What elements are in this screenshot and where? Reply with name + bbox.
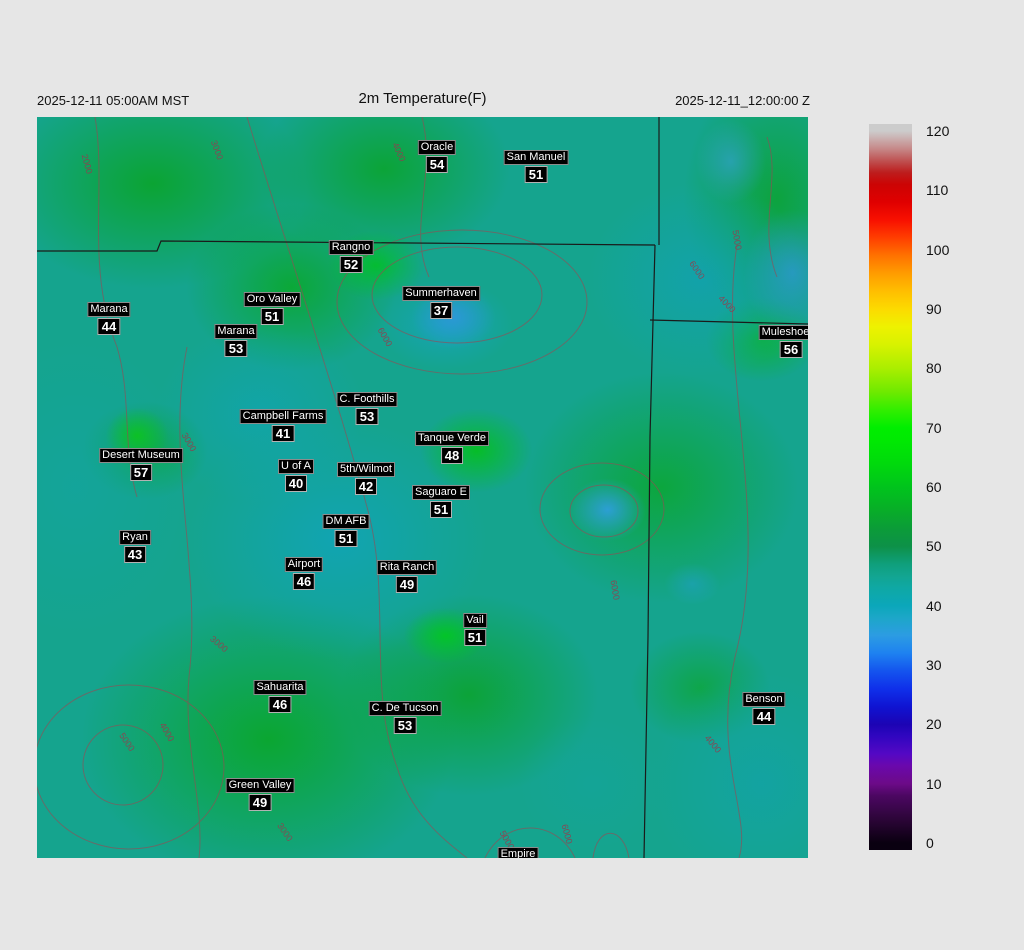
station-temp-value: 51 [334, 530, 358, 547]
station-name: Sahuarita [253, 680, 307, 695]
station-name: Marana [87, 302, 131, 317]
station-name: Saguaro E [412, 485, 470, 500]
station-name: Empire [497, 847, 539, 858]
station-vail: Vail 51 [463, 610, 487, 647]
station-c-foothills: C. Foothills 53 [336, 389, 398, 426]
station-temp-value: 56 [779, 341, 803, 358]
station-name: Tanque Verde [415, 431, 489, 446]
station-name: Benson [742, 692, 786, 707]
station-marana: Marana 44 [87, 299, 131, 336]
station-muleshoe-r: Muleshoe R56 [758, 322, 808, 359]
station-airport: Airport 46 [284, 554, 324, 591]
station-temp-value: 49 [395, 576, 419, 593]
station-temp-value: 44 [97, 318, 121, 335]
station-green-valley: Green Valley 49 [225, 775, 295, 812]
station-temp-value: 40 [284, 475, 308, 492]
station-name: Rita Ranch [376, 560, 438, 575]
station-temp-value: 54 [425, 156, 449, 173]
station-temp-value: 48 [440, 447, 464, 464]
colorbar: 120 110 100 90 80 70 60 50 40 30 20 10 0 [869, 123, 1019, 851]
colorbar-tick-0: 0 [926, 834, 934, 851]
station-name: Oracle [417, 140, 457, 155]
elevation-contour-lines [37, 117, 778, 858]
station-name: San Manuel [503, 150, 569, 165]
station-temp-value: 49 [248, 794, 272, 811]
station-name: Green Valley [225, 778, 295, 793]
colorbar-tick-50: 50 [926, 538, 942, 555]
station-temp-value: 42 [354, 478, 378, 495]
colorbar-tick-90: 90 [926, 300, 942, 317]
station-name: Marana [214, 324, 258, 339]
station-name: C. De Tucson [368, 701, 442, 716]
station-name: C. Foothills [336, 392, 398, 407]
station-temp-value: 51 [463, 629, 487, 646]
station-temp-value: 53 [393, 717, 417, 734]
station-desert-museum: Desert Museum 57 [99, 445, 183, 482]
station-sahuarita: Sahuarita 46 [253, 677, 307, 714]
colorbar-tick-30: 30 [926, 656, 942, 673]
station-name: Summerhaven [402, 286, 480, 301]
station-empire: Empire [497, 844, 539, 858]
colorbar-tick-60: 60 [926, 478, 942, 495]
station-marana: Marana 53 [214, 321, 258, 358]
station-name: Desert Museum [99, 448, 183, 463]
station-name: Muleshoe R [758, 325, 808, 340]
temperature-map: 2000 3000 4000 5000 6000 6000 4000 3000 3000 4000… [37, 117, 808, 858]
station-temp-value: 51 [524, 166, 548, 183]
colorbar-tick-10: 10 [926, 775, 942, 792]
station-temp-value: 44 [752, 708, 776, 725]
colorbar-tick-70: 70 [926, 419, 942, 436]
colorbar-tick-120: 120 [926, 123, 950, 139]
station-dm-afb: DM AFB 51 [322, 511, 370, 548]
station-oracle: Oracle 54 [417, 137, 457, 174]
station-temp-value: 41 [271, 425, 295, 442]
station-ryan: Ryan 43 [119, 527, 151, 564]
station-u-of-a: U of A 40 [278, 456, 314, 493]
station-temp-value: 53 [355, 408, 379, 425]
station-tanque-verde: Tanque Verde 48 [415, 428, 489, 465]
station-name: Airport [284, 557, 324, 572]
station-name: DM AFB [322, 514, 370, 529]
station-temp-value: 46 [292, 573, 316, 590]
colorbar-tick-40: 40 [926, 597, 942, 614]
station-name: Rangno [328, 240, 374, 255]
station-temp-value: 51 [429, 501, 453, 518]
station-temp-value: 51 [260, 308, 284, 325]
station-temp-value: 46 [268, 696, 292, 713]
valid-time-utc: 2025-12-11_12:00:00 Z [675, 93, 810, 108]
colorbar-tick-20: 20 [926, 716, 942, 733]
station-temp-value: 57 [129, 464, 153, 481]
station-name: Ryan [119, 530, 151, 545]
station-temp-value: 53 [224, 340, 248, 357]
station-rangno: Rangno 52 [328, 237, 374, 274]
station-5th-wilmot: 5th/Wilmot 42 [337, 459, 395, 496]
station-temp-value: 37 [429, 302, 453, 319]
colorbar-tick-80: 80 [926, 360, 942, 377]
colorbar-tick-100: 100 [926, 241, 950, 258]
station-benson: Benson 44 [742, 689, 786, 726]
colorbar-tick-110: 110 [926, 182, 949, 199]
station-saguaro-e: Saguaro E 51 [412, 482, 470, 519]
station-name: Vail [463, 613, 487, 628]
station-temp-value: 52 [339, 256, 363, 273]
colorbar-gradient [869, 124, 912, 850]
station-rita-ranch: Rita Ranch 49 [376, 557, 438, 594]
station-name: 5th/Wilmot [337, 462, 395, 477]
station-name: Oro Valley [243, 292, 301, 307]
station-summerhaven: Summerhaven 37 [402, 283, 480, 320]
station-campbell-farms: Campbell Farms 41 [239, 406, 327, 443]
station-san-manuel: San Manuel 51 [503, 147, 569, 184]
station-name: Campbell Farms [239, 409, 327, 424]
station-temp-value: 43 [123, 546, 147, 563]
station-c-de-tucson: C. De Tucson 53 [368, 698, 442, 735]
station-name: U of A [278, 459, 314, 474]
